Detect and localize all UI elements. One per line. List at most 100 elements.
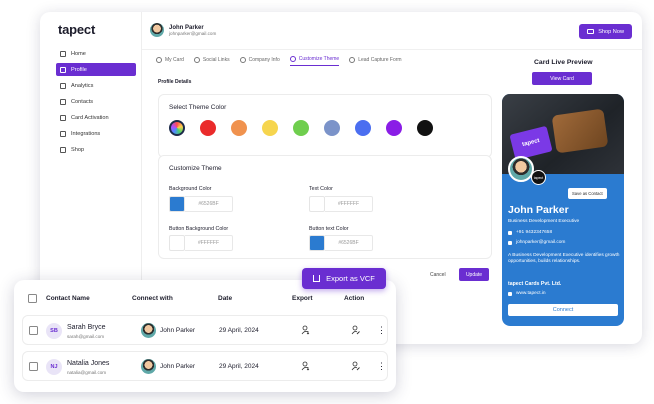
card-name: John Parker — [508, 204, 569, 216]
row-checkbox[interactable] — [29, 326, 38, 335]
export-contact-icon[interactable] — [301, 361, 310, 371]
sidebar-item-analytics[interactable]: Analytics — [56, 79, 136, 92]
export-contact-icon[interactable] — [301, 325, 310, 335]
sidebar-item-label: Contacts — [71, 98, 94, 105]
palette-icon — [289, 56, 296, 62]
contact-initials: NJ — [46, 359, 62, 375]
contact-initials: SB — [46, 323, 62, 339]
contact-name: Natalia Jones — [67, 360, 110, 367]
button-background-swatch[interactable] — [169, 235, 185, 251]
contacts-icon — [60, 98, 66, 105]
tab-social-links[interactable]: Social Links — [193, 56, 230, 66]
contact-email: natalia@gmail.com — [67, 370, 107, 375]
link-icon — [193, 56, 200, 63]
connect-button[interactable]: Connect — [508, 304, 618, 316]
color-swatches — [169, 120, 448, 136]
button-background-value[interactable]: #FFFFFF — [185, 235, 233, 251]
theme-color-title: Select Theme Color — [169, 104, 227, 111]
sidebar-item-label: Integrations — [71, 130, 101, 137]
tab-customize-theme[interactable]: Customize Theme — [289, 56, 340, 66]
globe-icon — [508, 291, 512, 296]
home-icon — [60, 50, 66, 57]
user-profile[interactable]: John Parker johnparker@gmail.com — [150, 23, 216, 37]
profile-details-label: Profile Details — [158, 79, 192, 85]
avatar — [150, 23, 164, 37]
card-email[interactable]: johnparker@gmail.com — [508, 240, 565, 245]
more-options-icon[interactable]: ⋮ — [377, 360, 386, 372]
shop-now-button[interactable]: Shop Now — [579, 24, 632, 39]
sidebar-item-card-activation[interactable]: Card Activation — [56, 111, 136, 124]
color-swatch-red[interactable] — [200, 120, 216, 136]
button-text-color-label: Button text Color — [309, 226, 349, 232]
update-button[interactable]: Update — [459, 268, 489, 281]
color-swatch-slate[interactable] — [324, 120, 340, 136]
profile-icon — [60, 66, 66, 73]
sidebar-item-label: Card Activation — [71, 114, 109, 121]
text-color-swatch[interactable] — [309, 196, 325, 212]
card-icon — [156, 56, 162, 63]
tab-my-card[interactable]: My Card — [156, 56, 184, 66]
color-swatch-purple[interactable] — [386, 120, 402, 136]
color-swatch-orange[interactable] — [231, 120, 247, 136]
card-preview: tapect tapect Save as Contact John Parke… — [502, 94, 624, 326]
shop-icon — [60, 146, 66, 153]
button-background-color-label: Button Background Color — [169, 226, 229, 232]
card-website[interactable]: www.tapect.in — [508, 291, 546, 296]
table-row[interactable]: NJ Natalia Jones natalia@gmail.com John … — [22, 351, 388, 381]
button-background-color-field[interactable]: #FFFFFF — [169, 235, 233, 251]
header-export: Export — [292, 295, 313, 302]
table-header: Contact Name Connect with Date Export Ac… — [14, 292, 396, 306]
header-action: Action — [344, 295, 365, 302]
tab-company-info[interactable]: Company Info — [239, 56, 280, 66]
row-checkbox[interactable] — [29, 362, 38, 371]
avatar — [141, 323, 156, 338]
table-row[interactable]: SB Sarah Bryce sarah@gmail.com John Park… — [22, 315, 388, 345]
edit-contact-icon[interactable] — [351, 325, 360, 335]
profile-tabs: My Card Social Links Company Info Custom… — [156, 56, 412, 66]
theme-color-panel: Select Theme Color — [158, 94, 492, 158]
sidebar-item-contacts[interactable]: Contacts — [56, 95, 136, 108]
background-color-field[interactable]: #6526BF — [169, 196, 233, 212]
cancel-button[interactable]: Cancel — [430, 272, 446, 278]
save-as-contact-button[interactable]: Save as Contact — [568, 188, 607, 199]
edit-contact-icon[interactable] — [351, 361, 360, 371]
tab-lead-capture-form[interactable]: Lead Capture Form — [349, 56, 402, 66]
button-text-color-field[interactable]: #6526BF — [309, 235, 373, 251]
sidebar-item-shop[interactable]: Shop — [56, 143, 136, 156]
connect-with-name: John Parker — [160, 363, 196, 370]
text-color-label: Text Color — [309, 186, 333, 192]
mail-icon — [508, 240, 512, 245]
export-vcf-button[interactable]: Export as VCF — [302, 268, 386, 289]
more-options-icon[interactable]: ⋮ — [377, 324, 386, 336]
button-text-value[interactable]: #6526BF — [325, 235, 373, 251]
color-swatch-yellow[interactable] — [262, 120, 278, 136]
background-color-label: Background Color — [169, 186, 212, 192]
header-contact-name: Contact Name — [46, 295, 90, 302]
card-live-preview-title: Card Live Preview — [534, 59, 593, 66]
app-logo[interactable]: tapect — [58, 22, 95, 37]
sidebar-item-home[interactable]: Home — [56, 47, 136, 60]
customize-theme-panel: Customize Theme Background Color #6526BF… — [158, 155, 492, 259]
card-phone[interactable]: +91 9432347658 — [508, 230, 552, 235]
color-swatch-green[interactable] — [293, 120, 309, 136]
color-picker-icon[interactable] — [169, 120, 185, 136]
text-color-value[interactable]: #FFFFFF — [325, 196, 373, 212]
contact-date: 29 April, 2024 — [219, 327, 259, 334]
select-all-checkbox[interactable] — [28, 294, 37, 303]
color-swatch-black[interactable] — [417, 120, 433, 136]
sidebar-item-integrations[interactable]: Integrations — [56, 127, 136, 140]
export-icon — [313, 275, 321, 282]
view-card-button[interactable]: View Card — [532, 72, 592, 85]
button-text-swatch[interactable] — [309, 235, 325, 251]
building-icon — [239, 56, 246, 63]
sidebar-item-label: Analytics — [71, 82, 94, 89]
color-swatch-blue[interactable] — [355, 120, 371, 136]
background-color-swatch[interactable] — [169, 196, 185, 212]
text-color-field[interactable]: #FFFFFF — [309, 196, 373, 212]
form-icon — [349, 56, 356, 63]
background-color-value[interactable]: #6526BF — [185, 196, 233, 212]
sidebar-item-profile[interactable]: Profile — [56, 63, 136, 76]
header-connect-with: Connect with — [132, 295, 173, 302]
header-date: Date — [218, 295, 233, 302]
sidebar-item-label: Home — [71, 50, 86, 57]
